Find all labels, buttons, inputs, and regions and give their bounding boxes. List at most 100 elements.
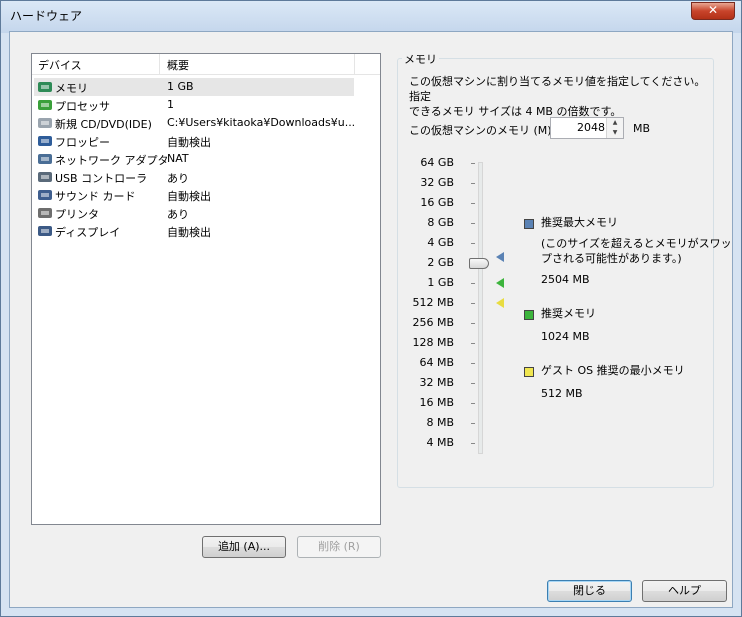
memory-scale-label: 4 GB bbox=[427, 236, 454, 249]
memory-scale-tick bbox=[471, 243, 475, 244]
column-header-summary[interactable]: 概要 bbox=[167, 57, 189, 73]
memory-scale-tick bbox=[471, 223, 475, 224]
memory-scale-tick bbox=[471, 203, 475, 204]
memory-scale-tick bbox=[471, 323, 475, 324]
network-adapter-icon bbox=[37, 152, 53, 166]
memory-scale-label: 32 MB bbox=[419, 376, 454, 389]
device-name: USB コントローラ bbox=[55, 172, 148, 185]
usb-controller-icon bbox=[37, 170, 53, 184]
device-row[interactable]: フロッピー 自動検出 bbox=[34, 132, 354, 150]
help-button[interactable]: ヘルプ bbox=[642, 580, 727, 602]
memory-scale-label: 64 MB bbox=[419, 356, 454, 369]
printer-icon bbox=[37, 206, 53, 220]
memory-scale-tick bbox=[471, 183, 475, 184]
legend-title: 推奨メモリ bbox=[541, 307, 596, 320]
memory-scale-label: 16 GB bbox=[420, 196, 454, 209]
memory-scale-tick bbox=[471, 303, 475, 304]
device-name: メモリ bbox=[55, 82, 88, 95]
display-icon bbox=[37, 224, 53, 238]
add-device-button[interactable]: 追加 (A)... bbox=[202, 536, 286, 558]
cd-dvd-icon bbox=[37, 116, 53, 130]
hardware-dialog: ハードウェア ✕ デバイス 概要 メモリ 1 GB プロセッサ 1 新規 CD/DVD(… bbox=[0, 0, 742, 617]
device-summary: 1 bbox=[167, 98, 174, 111]
device-summary: あり bbox=[167, 208, 189, 221]
memory-scale-tick bbox=[471, 343, 475, 344]
device-name: フロッピー bbox=[55, 136, 110, 149]
legend-value: 512 MB bbox=[541, 387, 583, 400]
device-summary: あり bbox=[167, 172, 189, 185]
sound-card-icon bbox=[37, 188, 53, 202]
memory-scale-label: 256 MB bbox=[412, 316, 454, 329]
device-row[interactable]: サウンド カード 自動検出 bbox=[34, 186, 354, 204]
device-summary: 自動検出 bbox=[167, 226, 211, 239]
device-list[interactable]: デバイス 概要 メモリ 1 GB プロセッサ 1 新規 CD/DVD(IDE) C:¥Us… bbox=[31, 53, 381, 525]
memory-unit-label: MB bbox=[633, 122, 651, 135]
remove-device-button[interactable]: 削除 (R) bbox=[297, 536, 381, 558]
device-row[interactable]: プリンタ あり bbox=[34, 204, 354, 222]
memory-spinbox[interactable]: 2048 ▲ ▼ bbox=[550, 117, 624, 139]
memory-description-line1: この仮想マシンに割り当てるメモリ値を指定してください。指定 bbox=[409, 75, 706, 103]
memory-scale-label: 2 GB bbox=[427, 256, 454, 269]
device-name: 新規 CD/DVD(IDE) bbox=[55, 118, 152, 131]
memory-scale-tick bbox=[471, 283, 475, 284]
memory-scale-tick bbox=[471, 443, 475, 444]
memory-scale-tick bbox=[471, 383, 475, 384]
close-window-button[interactable]: ✕ bbox=[691, 2, 735, 20]
memory-scale-tick bbox=[471, 363, 475, 364]
device-row[interactable]: ネットワーク アダプタ NAT bbox=[34, 150, 354, 168]
dialog-body: デバイス 概要 メモリ 1 GB プロセッサ 1 新規 CD/DVD(IDE) C:¥Us… bbox=[9, 31, 733, 608]
device-name: プリンタ bbox=[55, 208, 99, 221]
memory-scale-label: 16 MB bbox=[419, 396, 454, 409]
window-title: ハードウェア bbox=[10, 9, 83, 23]
floppy-icon bbox=[37, 134, 53, 148]
device-summary: 自動検出 bbox=[167, 190, 211, 203]
spin-up-icon[interactable]: ▲ bbox=[607, 118, 623, 128]
device-row[interactable]: USB コントローラ あり bbox=[34, 168, 354, 186]
memory-icon bbox=[37, 80, 53, 94]
spin-down-icon[interactable]: ▼ bbox=[607, 128, 623, 138]
device-row[interactable]: メモリ 1 GB bbox=[34, 78, 354, 96]
device-summary: NAT bbox=[167, 152, 189, 165]
memory-scale-label: 8 MB bbox=[426, 416, 454, 429]
memory-scale-label: 128 MB bbox=[412, 336, 454, 349]
device-name: サウンド カード bbox=[55, 190, 136, 203]
device-summary: C:¥Users¥kitaoka¥Downloads¥u... bbox=[167, 116, 356, 129]
processor-icon bbox=[37, 98, 53, 112]
close-icon: ✕ bbox=[707, 3, 719, 17]
memory-scale-tick bbox=[471, 163, 475, 164]
memory-scale-label: 8 GB bbox=[427, 216, 454, 229]
memory-value-input[interactable]: 2048 bbox=[577, 121, 605, 134]
device-name: ネットワーク アダプタ bbox=[55, 154, 169, 167]
device-name: プロセッサ bbox=[55, 100, 110, 113]
device-row[interactable]: 新規 CD/DVD(IDE) C:¥Users¥kitaoka¥Downloads… bbox=[34, 114, 356, 132]
recommended-marker bbox=[496, 278, 504, 288]
recommended-max-marker bbox=[496, 252, 504, 263]
memory-scale-tick bbox=[471, 423, 475, 424]
legend-title: 推奨最大メモリ bbox=[541, 216, 618, 229]
legend-swatch bbox=[524, 310, 534, 320]
memory-field-label: この仮想マシンのメモリ (M): bbox=[409, 124, 556, 137]
memory-slider-thumb[interactable] bbox=[469, 258, 489, 269]
legend-title: ゲスト OS 推奨の最小メモリ bbox=[541, 364, 685, 377]
memory-scale-label: 64 GB bbox=[420, 156, 454, 169]
legend-swatch bbox=[524, 367, 534, 377]
memory-scale-label: 4 MB bbox=[426, 436, 454, 449]
device-row[interactable]: プロセッサ 1 bbox=[34, 96, 354, 114]
legend-swatch bbox=[524, 219, 534, 229]
memory-slider-track[interactable] bbox=[478, 162, 483, 454]
title-bar: ハードウェア ✕ bbox=[1, 1, 741, 33]
device-row[interactable]: ディスプレイ 自動検出 bbox=[34, 222, 354, 240]
device-summary: 自動検出 bbox=[167, 136, 211, 149]
memory-scale-label: 32 GB bbox=[420, 176, 454, 189]
device-summary: 1 GB bbox=[167, 80, 194, 93]
memory-group-title: メモリ bbox=[402, 51, 439, 67]
close-button[interactable]: 閉じる bbox=[547, 580, 632, 602]
memory-scale-label: 1 GB bbox=[427, 276, 454, 289]
legend-value: 2504 MB bbox=[541, 273, 590, 286]
column-header-device[interactable]: デバイス bbox=[38, 57, 82, 73]
device-name: ディスプレイ bbox=[55, 226, 121, 239]
memory-description: この仮想マシンに割り当てるメモリ値を指定してください。指定 できるメモリ サイズ… bbox=[409, 74, 709, 119]
device-list-header: デバイス 概要 bbox=[32, 54, 380, 75]
memory-scale-tick bbox=[471, 403, 475, 404]
legend-note: プされる可能性があります。) bbox=[541, 252, 682, 265]
